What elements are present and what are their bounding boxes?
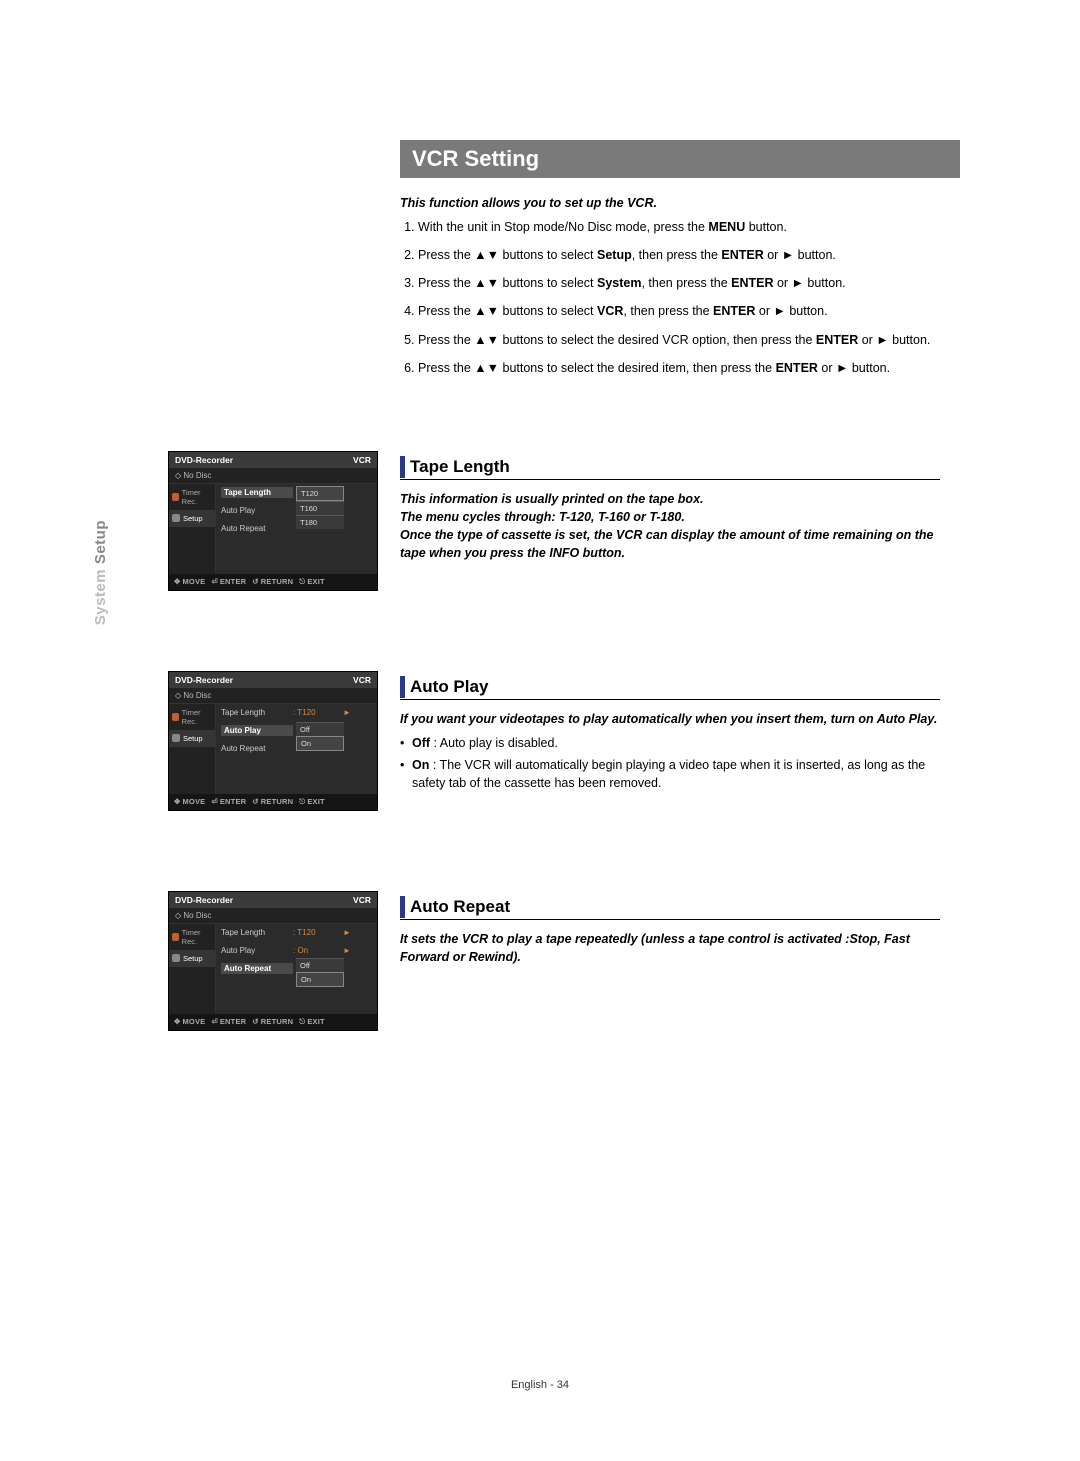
osd-option-list: OffOn bbox=[296, 722, 344, 751]
osd-option: On bbox=[296, 972, 344, 987]
osd-option-list: OffOn bbox=[296, 958, 344, 987]
osd-right-pane: Tape Length: T120►Auto PlayAuto RepeatOf… bbox=[216, 704, 377, 794]
osd-tape-length: DVD-RecorderVCRNo DiscTimer Rec.SetupTap… bbox=[168, 451, 378, 591]
osd-row: Tape Length: T120► bbox=[216, 924, 377, 942]
osd-auto-repeat: DVD-RecorderVCRNo DiscTimer Rec.SetupTap… bbox=[168, 891, 378, 1031]
osd-option: T180 bbox=[296, 515, 344, 529]
osd-right-pane: Tape LengthAuto PlayAuto RepeatT120T160T… bbox=[216, 484, 377, 574]
step-3: Press the ▲▼ buttons to select System, t… bbox=[418, 274, 940, 292]
osd-body: Timer Rec.SetupTape Length: T120►Auto Pl… bbox=[169, 703, 377, 794]
step-4: Press the ▲▼ buttons to select VCR, then… bbox=[418, 302, 940, 320]
bullet-on: On : The VCR will automatically begin pl… bbox=[404, 756, 940, 792]
osd-row: Tape Length: T120► bbox=[216, 704, 377, 722]
section-auto-play: DVD-RecorderVCRNo DiscTimer Rec.SetupTap… bbox=[400, 677, 940, 847]
heading-auto-repeat: Auto Repeat bbox=[400, 897, 940, 920]
side-tab-strong: Setup bbox=[92, 520, 109, 569]
desc-auto-repeat: It sets the VCR to play a tape repeatedl… bbox=[400, 930, 940, 966]
osd-auto-play: DVD-RecorderVCRNo DiscTimer Rec.SetupTap… bbox=[168, 671, 378, 811]
step-1: With the unit in Stop mode/No Disc mode,… bbox=[418, 218, 940, 236]
osd-option: Off bbox=[296, 722, 344, 736]
bullet-off: Off : Auto play is disabled. bbox=[404, 734, 940, 752]
manual-page: System Setup VCR Setting This function a… bbox=[0, 0, 1080, 1461]
osd-titlebar: DVD-RecorderVCR bbox=[169, 452, 377, 468]
osd-body: Timer Rec.SetupTape Length: T120►Auto Pl… bbox=[169, 923, 377, 1014]
osd-nav-timer: Timer Rec. bbox=[169, 924, 215, 950]
desc-auto-play: If you want your videotapes to play auto… bbox=[400, 710, 940, 728]
osd-footer: MOVEENTERRETURNEXIT bbox=[169, 794, 377, 810]
desc-tape-length: This information is usually printed on t… bbox=[400, 490, 940, 563]
step-5: Press the ▲▼ buttons to select the desir… bbox=[418, 331, 940, 349]
auto-play-bullets: Off : Auto play is disabled. On : The VC… bbox=[400, 734, 940, 792]
osd-nav-setup: Setup bbox=[169, 510, 215, 527]
step-2: Press the ▲▼ buttons to select Setup, th… bbox=[418, 246, 940, 264]
osd-body: Timer Rec.SetupTape LengthAuto PlayAuto … bbox=[169, 483, 377, 574]
osd-option-list: T120T160T180 bbox=[296, 486, 344, 529]
page-title: VCR Setting bbox=[400, 140, 960, 178]
intro-text: This function allows you to set up the V… bbox=[400, 196, 940, 210]
osd-left-nav: Timer Rec.Setup bbox=[169, 704, 216, 794]
osd-option: T160 bbox=[296, 501, 344, 515]
page-footer: English - 34 bbox=[0, 1379, 1080, 1391]
section-tape-length: DVD-RecorderVCRNo DiscTimer Rec.SetupTap… bbox=[400, 457, 940, 627]
section-auto-repeat: DVD-RecorderVCRNo DiscTimer Rec.SetupTap… bbox=[400, 897, 940, 1067]
osd-footer: MOVEENTERRETURNEXIT bbox=[169, 574, 377, 590]
osd-right-pane: Tape Length: T120►Auto Play: On►Auto Rep… bbox=[216, 924, 377, 1014]
osd-left-nav: Timer Rec.Setup bbox=[169, 924, 216, 1014]
osd-nav-setup: Setup bbox=[169, 950, 215, 967]
osd-nav-timer: Timer Rec. bbox=[169, 484, 215, 510]
osd-titlebar: DVD-RecorderVCR bbox=[169, 892, 377, 908]
step-6: Press the ▲▼ buttons to select the desir… bbox=[418, 359, 940, 377]
osd-nodisc: No Disc bbox=[169, 468, 377, 483]
osd-option: On bbox=[296, 736, 344, 751]
osd-nav-timer: Timer Rec. bbox=[169, 704, 215, 730]
osd-titlebar: DVD-RecorderVCR bbox=[169, 672, 377, 688]
osd-footer: MOVEENTERRETURNEXIT bbox=[169, 1014, 377, 1030]
setup-steps: With the unit in Stop mode/No Disc mode,… bbox=[400, 218, 940, 377]
heading-tape-length: Tape Length bbox=[400, 457, 940, 480]
osd-nodisc: No Disc bbox=[169, 688, 377, 703]
osd-option: T120 bbox=[296, 486, 344, 501]
osd-nav-setup: Setup bbox=[169, 730, 215, 747]
osd-left-nav: Timer Rec.Setup bbox=[169, 484, 216, 574]
intro-block: This function allows you to set up the V… bbox=[400, 196, 940, 1067]
side-tab: System Setup bbox=[92, 520, 109, 625]
side-tab-light: System bbox=[92, 569, 109, 625]
osd-nodisc: No Disc bbox=[169, 908, 377, 923]
heading-auto-play: Auto Play bbox=[400, 677, 940, 700]
osd-option: Off bbox=[296, 958, 344, 972]
